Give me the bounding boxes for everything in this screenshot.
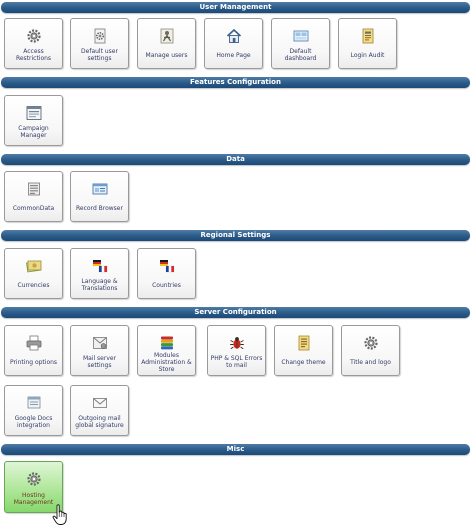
tile-label: Currencies (17, 281, 50, 289)
tile-label: Outgoing mail global signature (75, 415, 124, 429)
section-header-data: Data (1, 154, 470, 165)
tile-label: Home Page (216, 51, 251, 59)
mail-server-icon (92, 337, 107, 349)
envelope-icon (92, 398, 107, 408)
tile-label: Mail server settings (82, 355, 117, 369)
php-sql-errors-button[interactable]: PHP & SQL Errors to mail (207, 325, 266, 376)
printer-icon (26, 335, 41, 351)
access-restrictions-button[interactable]: Access Restrictions (4, 18, 63, 69)
currency-icon (25, 260, 41, 273)
default-dashboard-button[interactable]: Default dashboard (271, 18, 330, 69)
audit-icon (362, 28, 373, 44)
modules-icon (160, 336, 173, 350)
tile-label: Change theme (281, 358, 326, 366)
record-browser-icon (92, 183, 107, 195)
title-and-logo-button[interactable]: Title and logo (341, 325, 400, 376)
google-docs-icon (27, 396, 40, 409)
home-icon (226, 28, 241, 43)
users-icon (160, 28, 173, 44)
tile-label: Printing options (9, 358, 58, 366)
mail-server-settings-button[interactable]: Mail server settings (70, 325, 129, 376)
login-audit-button[interactable]: Login Audit (338, 18, 397, 69)
tile-label: Access Restrictions (15, 48, 52, 62)
dashboard-icon (293, 30, 308, 42)
manage-users-button[interactable]: Manage users (137, 18, 196, 69)
bug-icon (229, 337, 244, 350)
google-docs-integration-button[interactable]: Google Docs integration (4, 385, 63, 436)
hand-pointer-cursor-icon (52, 504, 67, 525)
section-header-regional-settings: Regional Settings (1, 230, 470, 241)
section-header-features-configuration: Features Configuration (1, 77, 470, 88)
currencies-button[interactable]: Currencies (4, 248, 63, 299)
tile-label: Google Docs integration (14, 415, 53, 429)
tile-label: Manage users (145, 51, 188, 59)
data-list-icon (27, 182, 40, 196)
countries-button[interactable]: Countries (137, 248, 196, 299)
campaign-manager-button[interactable]: Campaign Manager (4, 95, 63, 146)
commondata-button[interactable]: CommonData (4, 171, 63, 222)
tile-label: Record Browser (76, 204, 123, 212)
tile-label: Modules Administration & Store (141, 351, 192, 373)
outgoing-mail-signature-button[interactable]: Outgoing mail global signature (70, 385, 129, 436)
section-header-misc: Misc (1, 444, 470, 455)
tile-label: Language & Translations (81, 278, 118, 292)
gear-document-icon (94, 28, 105, 44)
flags-icon (159, 260, 174, 273)
tile-label: Login Audit (350, 51, 385, 59)
campaign-icon (26, 106, 41, 120)
section-header-server-configuration: Server Configuration (1, 307, 470, 318)
tile-label: PHP & SQL Errors to mail (210, 355, 263, 369)
tile-label: Default dashboard (284, 48, 317, 62)
record-browser-button[interactable]: Record Browser (70, 171, 129, 222)
gear-icon (363, 336, 378, 350)
tile-label: Countries (152, 281, 181, 289)
gear-icon (26, 472, 41, 486)
modules-administration-button[interactable]: Modules Administration & Store (137, 325, 196, 376)
home-page-button[interactable]: Home Page (204, 18, 263, 69)
language-translations-button[interactable]: Language & Translations (70, 248, 129, 299)
change-theme-button[interactable]: Change theme (274, 325, 333, 376)
tile-label: CommonData (12, 204, 55, 212)
section-header-user-management: User Management (1, 2, 470, 13)
theme-icon (298, 335, 309, 351)
flags-icon (92, 260, 107, 273)
tile-label: Default user settings (81, 48, 118, 62)
tile-label: Title and logo (350, 358, 391, 366)
printing-options-button[interactable]: Printing options (4, 325, 63, 376)
default-user-settings-button[interactable]: Default user settings (70, 18, 129, 69)
gear-icon (26, 29, 41, 43)
tile-label: Campaign Manager (18, 125, 49, 139)
